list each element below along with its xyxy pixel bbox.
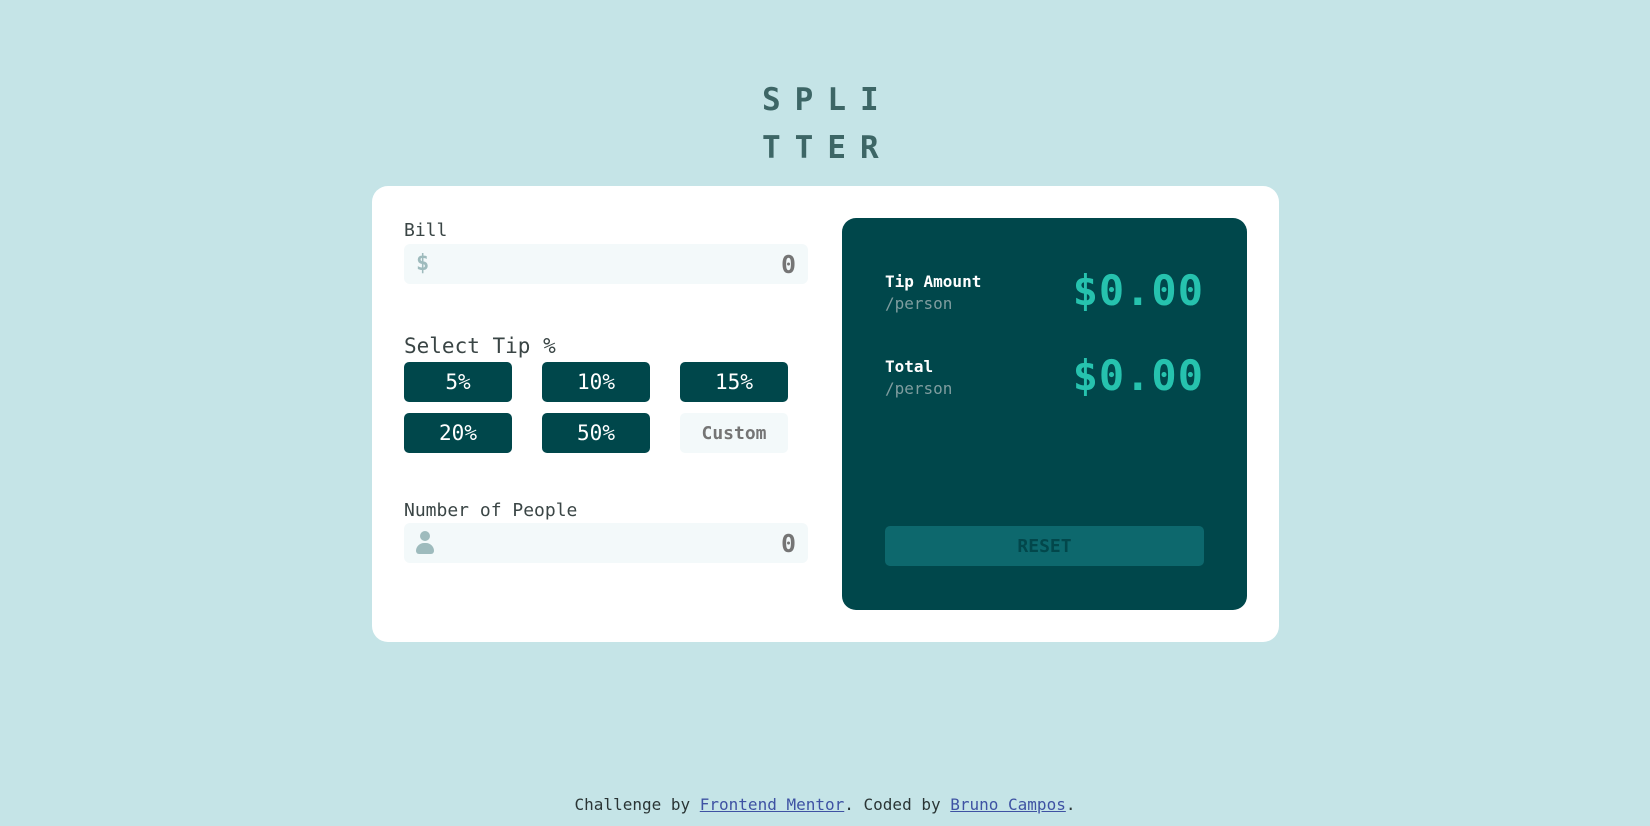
tip-button-10[interactable]: 10% [542, 362, 650, 402]
tip-amount-per-person: /person [885, 294, 953, 313]
logo-line-1: SPLI [762, 82, 893, 118]
people-field[interactable] [404, 523, 808, 563]
reset-button[interactable]: RESET [885, 526, 1204, 566]
bill-input[interactable] [476, 248, 796, 280]
result-panel: Tip Amount /person $0.00 Total /person $… [842, 218, 1247, 610]
frontend-mentor-link[interactable]: Frontend Mentor [700, 795, 845, 814]
select-tip-label: Select Tip % [404, 334, 556, 358]
author-link[interactable]: Bruno Campos [950, 795, 1066, 814]
footer-middle: . Coded by [844, 795, 951, 814]
footer-suffix: . [1065, 795, 1076, 814]
total-per-person: /person [885, 379, 953, 398]
tip-button-20[interactable]: 20% [404, 413, 512, 453]
tip-amount-value: $0.00 [1072, 266, 1204, 315]
footer-prefix: Challenge by [574, 795, 700, 814]
splitter-logo: SPLI TTER [762, 76, 892, 172]
tip-amount-label: Tip Amount [885, 272, 982, 291]
people-input[interactable] [476, 527, 796, 559]
tip-button-50[interactable]: 50% [542, 413, 650, 453]
logo-line-2: TTER [762, 130, 893, 166]
calculator-card: Bill $ Select Tip % 5% 10% 15% 20% 50% N… [372, 186, 1279, 642]
tip-button-5[interactable]: 5% [404, 362, 512, 402]
total-label: Total [885, 357, 934, 376]
custom-tip-input[interactable] [680, 413, 788, 453]
footer-attribution: Challenge by Frontend Mentor. Coded by B… [0, 795, 1650, 814]
bill-field[interactable]: $ [404, 244, 808, 284]
total-value: $0.00 [1072, 351, 1204, 400]
tip-button-15[interactable]: 15% [680, 362, 788, 402]
dollar-icon: $ [416, 251, 430, 276]
person-icon [416, 531, 434, 555]
number-of-people-label: Number of People [404, 500, 578, 521]
page: SPLI TTER Bill $ Select Tip % 5% 10% 15%… [0, 0, 1650, 826]
bill-label: Bill [404, 220, 448, 241]
